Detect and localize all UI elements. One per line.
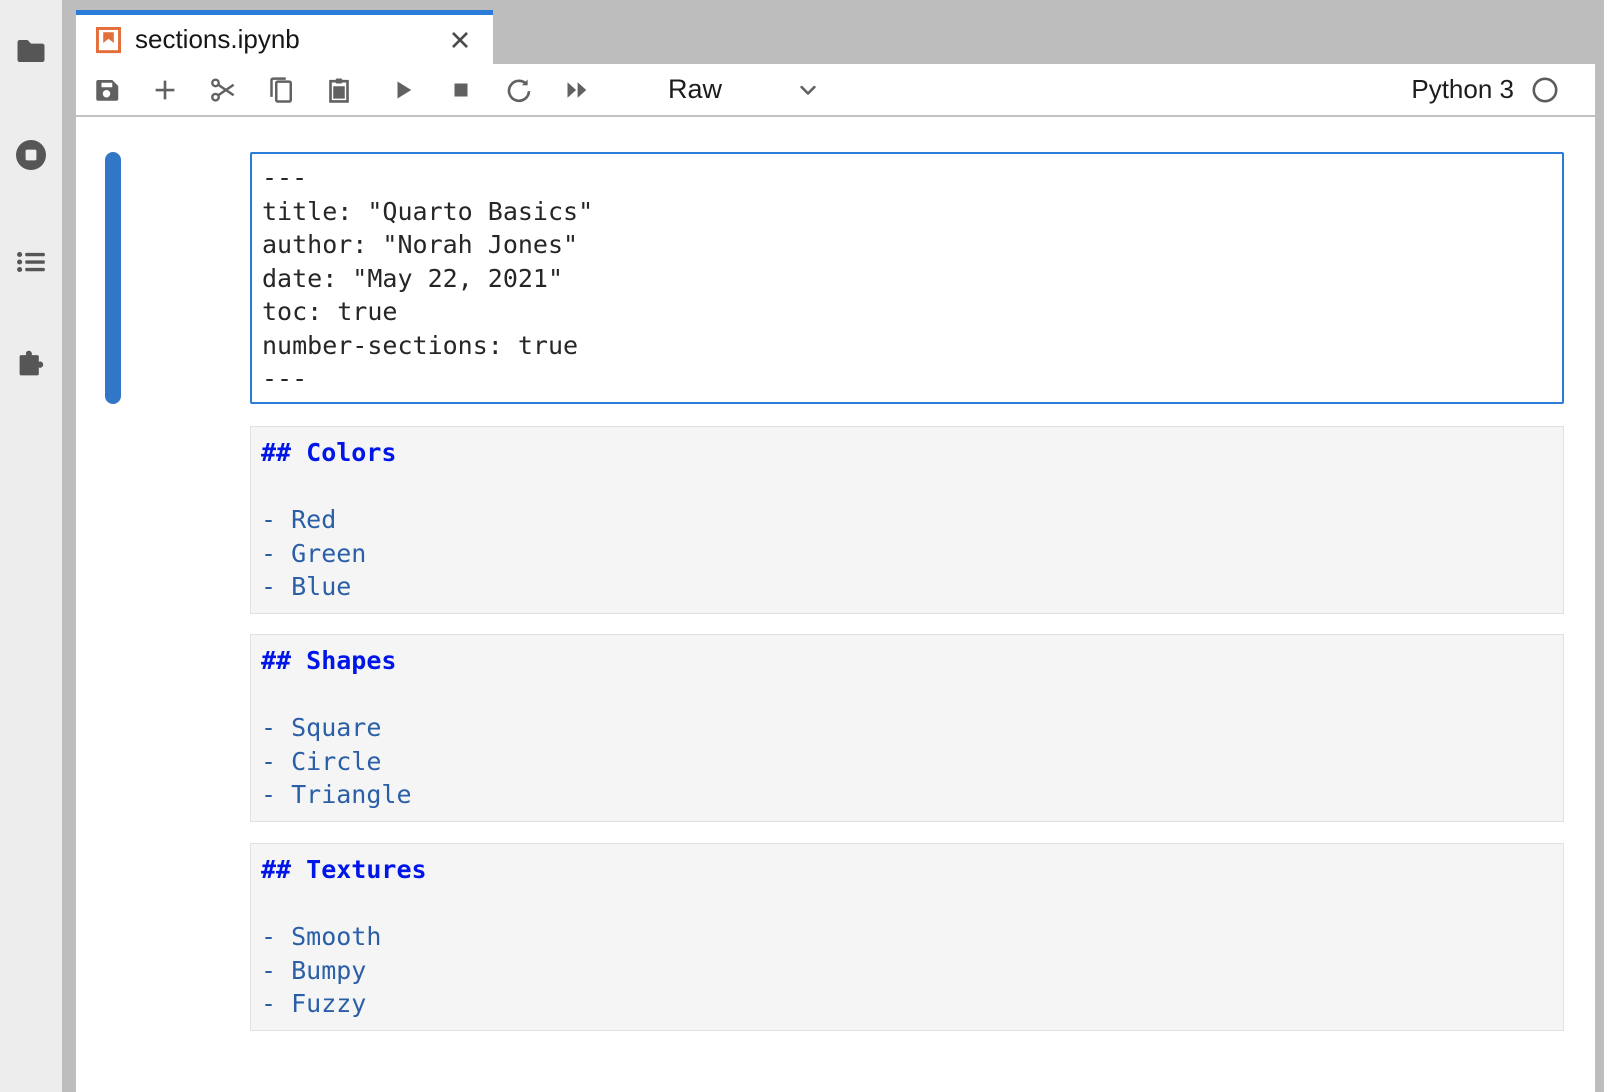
insert-cell-button[interactable]	[150, 75, 180, 105]
markdown-list-line: - Circle	[261, 745, 1563, 779]
tab-title: sections.ipynb	[135, 24, 300, 55]
scrollbar-gutter	[1595, 0, 1604, 1092]
blank-line	[261, 887, 1563, 921]
plus-icon	[150, 75, 180, 105]
sidebar-item-table-of-contents[interactable]	[13, 244, 49, 280]
code-line: title: "Quarto Basics"	[262, 195, 1562, 229]
close-icon[interactable]	[447, 27, 473, 53]
stop-circle-icon	[13, 137, 49, 173]
notebook-toolbar: Raw Python 3	[76, 64, 1604, 117]
active-cell-collapser[interactable]	[105, 152, 121, 404]
kernel-status-circle-icon	[1531, 76, 1559, 104]
blank-line	[261, 678, 1563, 712]
code-line: date: "May 22, 2021"	[262, 262, 1562, 296]
code-line: toc: true	[262, 295, 1562, 329]
code-line: ---	[262, 161, 1562, 195]
save-icon	[92, 75, 122, 105]
markdown-cell-colors[interactable]: ## Colors - Red - Green - Blue	[250, 426, 1564, 614]
chevron-down-icon	[794, 76, 822, 104]
sidebar-item-file-browser[interactable]	[13, 33, 49, 69]
fast-forward-icon	[562, 75, 592, 105]
code-line: ---	[262, 362, 1562, 396]
notebook-panel: --- title: "Quarto Basics" author: "Nora…	[76, 117, 1595, 1092]
markdown-header-line: ## Colors	[261, 436, 1563, 470]
markdown-cell-shapes[interactable]: ## Shapes - Square - Circle - Triangle	[250, 634, 1564, 822]
markdown-list-line: - Square	[261, 711, 1563, 745]
blank-line	[261, 470, 1563, 504]
sidebar-item-extension-manager[interactable]	[13, 346, 49, 382]
kernel-name[interactable]: Python 3	[1411, 74, 1514, 105]
paste-icon	[324, 75, 354, 105]
puzzle-icon	[13, 346, 49, 382]
paste-cells-button[interactable]	[324, 75, 354, 105]
cell-type-select[interactable]: Raw	[668, 74, 822, 105]
run-icon	[388, 75, 418, 105]
sidebar-splitter[interactable]	[62, 0, 76, 1092]
list-icon	[13, 244, 49, 280]
markdown-list-line: - Fuzzy	[261, 987, 1563, 1021]
left-activity-sidebar	[0, 0, 62, 1092]
tab-bar: sections.ipynb	[76, 0, 1604, 64]
sidebar-item-running-sessions[interactable]	[13, 137, 49, 173]
markdown-list-line: - Bumpy	[261, 954, 1563, 988]
save-button[interactable]	[92, 75, 122, 105]
markdown-cell-textures[interactable]: ## Textures - Smooth - Bumpy - Fuzzy	[250, 843, 1564, 1031]
stop-icon	[446, 75, 476, 105]
markdown-list-line: - Green	[261, 537, 1563, 571]
markdown-list-line: - Red	[261, 503, 1563, 537]
markdown-list-line: - Blue	[261, 570, 1563, 604]
tab-sections-ipynb[interactable]: sections.ipynb	[76, 10, 493, 64]
cut-icon	[208, 75, 238, 105]
code-line: author: "Norah Jones"	[262, 228, 1562, 262]
restart-run-all-button[interactable]	[562, 75, 592, 105]
restart-icon	[504, 75, 534, 105]
markdown-list-line: - Smooth	[261, 920, 1563, 954]
cell-type-value: Raw	[668, 74, 722, 105]
markdown-list-line: - Triangle	[261, 778, 1563, 812]
interrupt-kernel-button[interactable]	[446, 75, 476, 105]
cut-cells-button[interactable]	[208, 75, 238, 105]
notebook-icon	[95, 24, 122, 55]
main-area: sections.ipynb	[76, 0, 1604, 1092]
copy-cells-button[interactable]	[266, 75, 296, 105]
restart-kernel-button[interactable]	[504, 75, 534, 105]
markdown-header-line: ## Textures	[261, 853, 1563, 887]
markdown-header-line: ## Shapes	[261, 644, 1563, 678]
code-line: number-sections: true	[262, 329, 1562, 363]
run-cell-button[interactable]	[388, 75, 418, 105]
raw-cell-editor[interactable]: --- title: "Quarto Basics" author: "Nora…	[250, 152, 1564, 404]
kernel-indicator: Python 3	[1411, 74, 1604, 105]
copy-icon	[266, 75, 296, 105]
folder-icon	[13, 33, 49, 69]
